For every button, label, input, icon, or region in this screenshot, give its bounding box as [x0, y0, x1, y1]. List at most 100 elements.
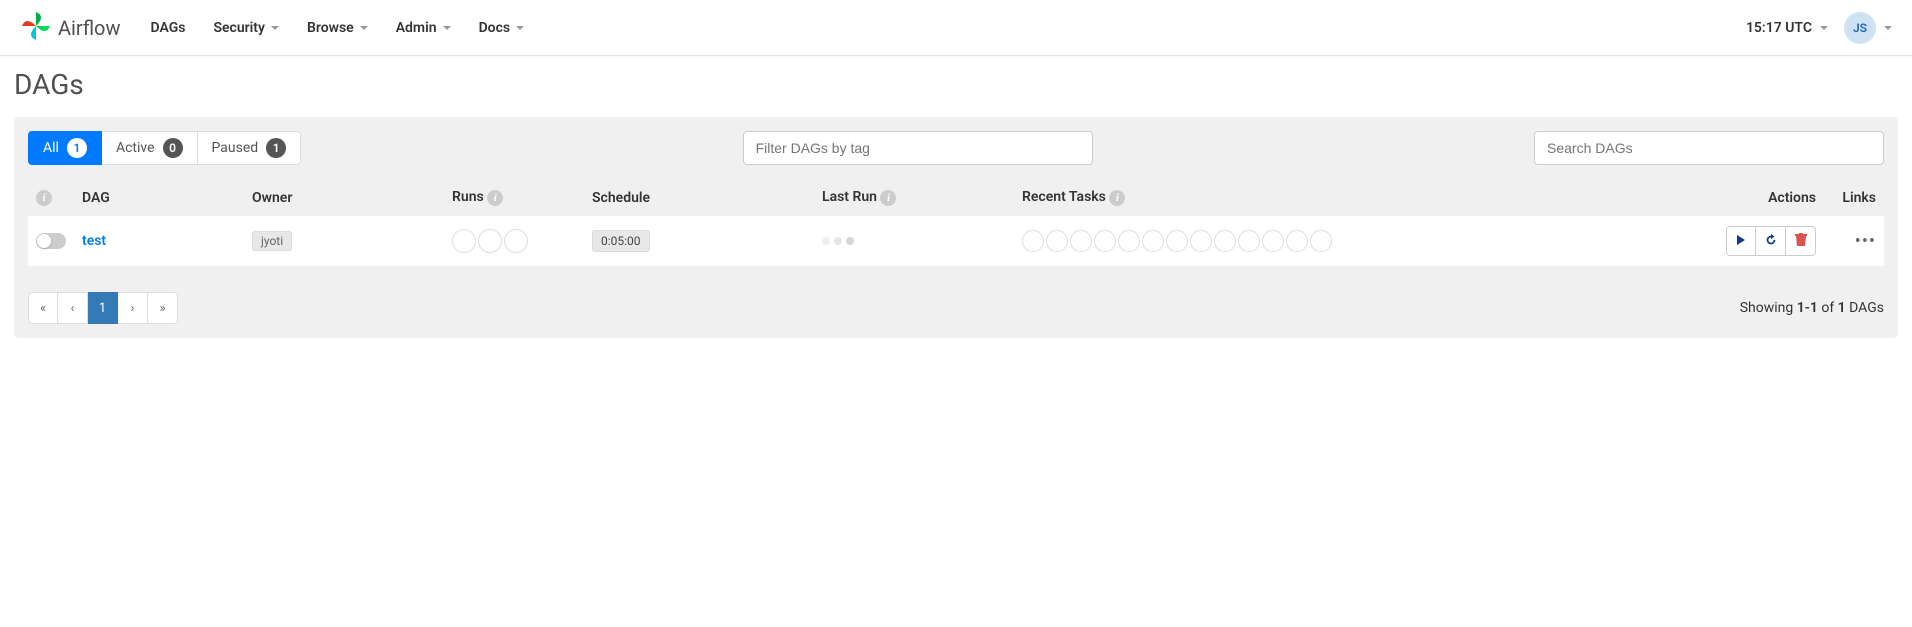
nav-right: 15:17 UTC JS: [1746, 12, 1892, 44]
task-status-circle[interactable]: [1118, 230, 1140, 252]
col-recent-tasks: Recent Tasks i: [1014, 179, 1718, 216]
run-status-circle[interactable]: [452, 229, 476, 253]
action-buttons: [1726, 226, 1816, 256]
filter-paused-count: 1: [266, 138, 286, 158]
chevron-down-icon: [443, 26, 451, 30]
page-last[interactable]: »: [148, 292, 178, 324]
footer-row: « ‹ 1 › » Showing 1-1 of 1 DAGs: [28, 292, 1884, 330]
showing-prefix: Showing: [1740, 300, 1797, 316]
loading-dot: [846, 237, 854, 245]
col-dag[interactable]: DAG: [74, 179, 244, 216]
nav-security-label: Security: [213, 20, 265, 36]
delete-dag-button[interactable]: [1786, 226, 1816, 256]
page-title: DAGs: [14, 68, 1898, 101]
info-icon[interactable]: i: [880, 190, 896, 206]
schedule-tag[interactable]: 0:05:00: [592, 230, 650, 252]
page-next[interactable]: ›: [118, 292, 148, 324]
showing-suffix: DAGs: [1846, 300, 1884, 316]
page-first[interactable]: «: [28, 292, 58, 324]
filter-row: All 1 Active 0 Paused 1: [28, 131, 1884, 165]
page-current[interactable]: 1: [88, 292, 118, 324]
col-recent-tasks-label: Recent Tasks: [1022, 189, 1106, 205]
pause-toggle[interactable]: [36, 233, 66, 249]
info-icon[interactable]: i: [36, 190, 52, 206]
showing-text: Showing 1-1 of 1 DAGs: [1740, 300, 1884, 316]
tag-filter: [743, 131, 1093, 165]
refresh-dag-button[interactable]: [1756, 226, 1786, 256]
page: DAGs All 1 Active 0 Paused 1: [0, 56, 1912, 350]
col-runs-label: Runs: [452, 189, 484, 205]
chevron-down-icon: [271, 26, 279, 30]
brand-text: Airflow: [58, 16, 120, 40]
search-box: [1534, 131, 1884, 165]
filter-paused[interactable]: Paused 1: [198, 131, 302, 165]
col-actions: Actions: [1718, 179, 1824, 216]
tag-filter-input[interactable]: [743, 131, 1093, 165]
filter-active-count: 0: [163, 138, 183, 158]
col-last-run-label: Last Run: [822, 189, 877, 205]
task-status-circle[interactable]: [1310, 230, 1332, 252]
nav-browse[interactable]: Browse: [307, 20, 368, 36]
task-status-circle[interactable]: [1286, 230, 1308, 252]
col-runs: Runs i: [444, 179, 584, 216]
chevron-down-icon: [1820, 26, 1828, 30]
dag-name-link[interactable]: test: [82, 233, 106, 249]
task-status-circle[interactable]: [1238, 230, 1260, 252]
user-menu[interactable]: JS: [1844, 12, 1892, 44]
play-icon: [1735, 234, 1747, 249]
nav-admin[interactable]: Admin: [396, 20, 451, 36]
nav-links: DAGs Security Browse Admin Docs: [150, 20, 524, 36]
refresh-icon: [1764, 233, 1778, 250]
info-icon[interactable]: i: [487, 190, 503, 206]
showing-of: of: [1818, 300, 1838, 316]
nav-dags[interactable]: DAGs: [150, 20, 185, 36]
nav-dags-label: DAGs: [150, 20, 185, 36]
table-row: test jyoti 0:05:00: [28, 216, 1884, 266]
showing-range: 1-1: [1797, 300, 1818, 316]
loading-dot: [834, 237, 842, 245]
chevron-down-icon: [360, 26, 368, 30]
info-icon[interactable]: i: [1109, 190, 1125, 206]
time-display[interactable]: 15:17 UTC: [1746, 20, 1828, 36]
time-text: 15:17 UTC: [1746, 20, 1812, 36]
brand[interactable]: Airflow: [20, 10, 120, 46]
task-status-circle[interactable]: [1046, 230, 1068, 252]
col-owner[interactable]: Owner: [244, 179, 444, 216]
status-filter-group: All 1 Active 0 Paused 1: [28, 131, 301, 165]
task-status-circle[interactable]: [1262, 230, 1284, 252]
col-links: Links: [1824, 179, 1884, 216]
filter-active-label: Active: [116, 140, 155, 156]
run-status-circle[interactable]: [504, 229, 528, 253]
main-panel: All 1 Active 0 Paused 1: [14, 117, 1898, 338]
search-input[interactable]: [1534, 131, 1884, 165]
page-prev[interactable]: ‹: [58, 292, 88, 324]
trigger-dag-button[interactable]: [1726, 226, 1756, 256]
chevron-down-icon: [516, 26, 524, 30]
filter-all-count: 1: [67, 138, 87, 158]
filter-all[interactable]: All 1: [28, 131, 102, 165]
task-status-circle[interactable]: [1190, 230, 1212, 252]
owner-tag[interactable]: jyoti: [252, 231, 292, 251]
loading-dot: [822, 237, 830, 245]
task-status-circle[interactable]: [1142, 230, 1164, 252]
task-status-circle[interactable]: [1214, 230, 1236, 252]
task-status-circle[interactable]: [1070, 230, 1092, 252]
filter-active[interactable]: Active 0: [102, 131, 198, 165]
chevron-down-icon: [1884, 26, 1892, 30]
table-header-row: i DAG Owner Runs i Schedule Last Run i R…: [28, 179, 1884, 216]
col-schedule: Schedule: [584, 179, 814, 216]
more-links-button[interactable]: •••: [1855, 231, 1876, 252]
nav-docs[interactable]: Docs: [479, 20, 525, 36]
dag-table: i DAG Owner Runs i Schedule Last Run i R…: [28, 179, 1884, 266]
runs-circles: [452, 229, 576, 253]
filter-paused-label: Paused: [212, 140, 259, 156]
navbar: Airflow DAGs Security Browse Admin Docs …: [0, 0, 1912, 56]
task-status-circle[interactable]: [1166, 230, 1188, 252]
nav-browse-label: Browse: [307, 20, 354, 36]
task-status-circle[interactable]: [1094, 230, 1116, 252]
task-status-circle[interactable]: [1022, 230, 1044, 252]
avatar-initials: JS: [1853, 21, 1867, 35]
run-status-circle[interactable]: [478, 229, 502, 253]
nav-security[interactable]: Security: [213, 20, 279, 36]
nav-admin-label: Admin: [396, 20, 437, 36]
